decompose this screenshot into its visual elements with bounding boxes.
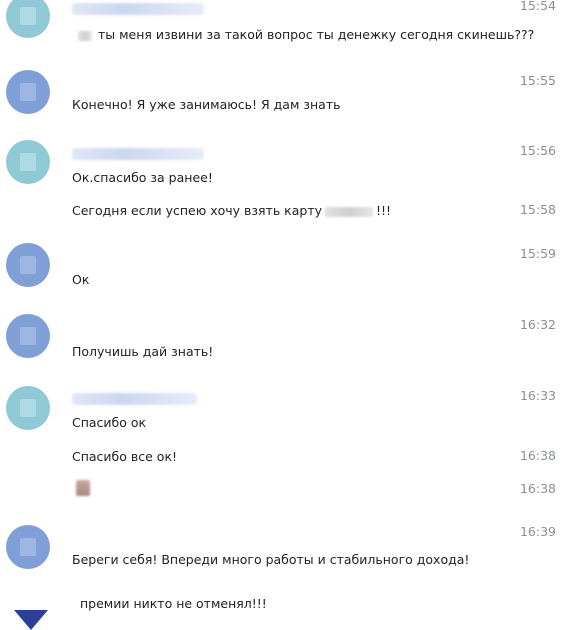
message-time: 15:55 [519,73,556,88]
chat-history: 15:54 ты меня извини за такой вопрос ты … [0,0,564,630]
message-text-content: Сегодня если успею хочу взять карту [72,203,322,218]
avatar[interactable] [6,243,50,287]
message-time: 15:54 [519,0,556,13]
message-text: Получишь дай знать! [72,344,214,359]
message-text: Сегодня если успею хочу взять карту!!! [72,203,391,219]
blurred-name-chip [78,30,92,41]
message-text: Спасибо ок [72,415,147,430]
avatar[interactable] [6,386,50,430]
message-time: 16:32 [519,317,556,332]
blurred-avatar-icon [20,538,36,556]
message-time: 15:58 [519,202,556,217]
avatar[interactable] [6,0,50,38]
blurred-avatar-icon [20,153,36,171]
message-text: Конечно! Я уже занимаюсь! Я дам знать [72,97,341,112]
sender-name-blurred[interactable] [72,393,197,405]
blurred-avatar-icon [20,327,36,345]
blurred-card-name [325,206,373,217]
blurred-avatar-icon [20,7,36,25]
message-time: 16:38 [519,448,556,463]
message-time: 16:38 [519,481,556,496]
avatar[interactable] [6,140,50,184]
avatar[interactable] [6,314,50,358]
image-attachment-thumbnail[interactable] [76,480,90,496]
avatar[interactable] [6,70,50,114]
message-time: 15:56 [519,143,556,158]
message-text: Спасибо все ок! [72,449,177,464]
message-text: Ок [72,272,90,287]
message-text: Береги себя! Впереди много работы и стаб… [72,552,470,567]
message-time: 15:59 [519,246,556,261]
message-text-content: ты меня извини за такой вопрос ты денежк… [98,27,535,42]
sender-name-blurred[interactable] [72,3,204,15]
blurred-avatar-icon [20,256,36,274]
blurred-avatar-icon [20,83,36,101]
message-text-suffix: !!! [376,203,392,218]
group-avatar-icon[interactable] [14,610,48,630]
blurred-avatar-icon [20,399,36,417]
message-text: премии никто не отменял!!! [80,596,267,611]
message-text: Ок.спасибо за ранее! [72,170,213,185]
message-time: 16:33 [519,388,556,403]
message-text: ты меня извини за такой вопрос ты денежк… [78,27,534,43]
sender-name-blurred[interactable] [72,148,204,160]
message-time: 16:39 [519,524,556,539]
avatar[interactable] [6,525,50,569]
